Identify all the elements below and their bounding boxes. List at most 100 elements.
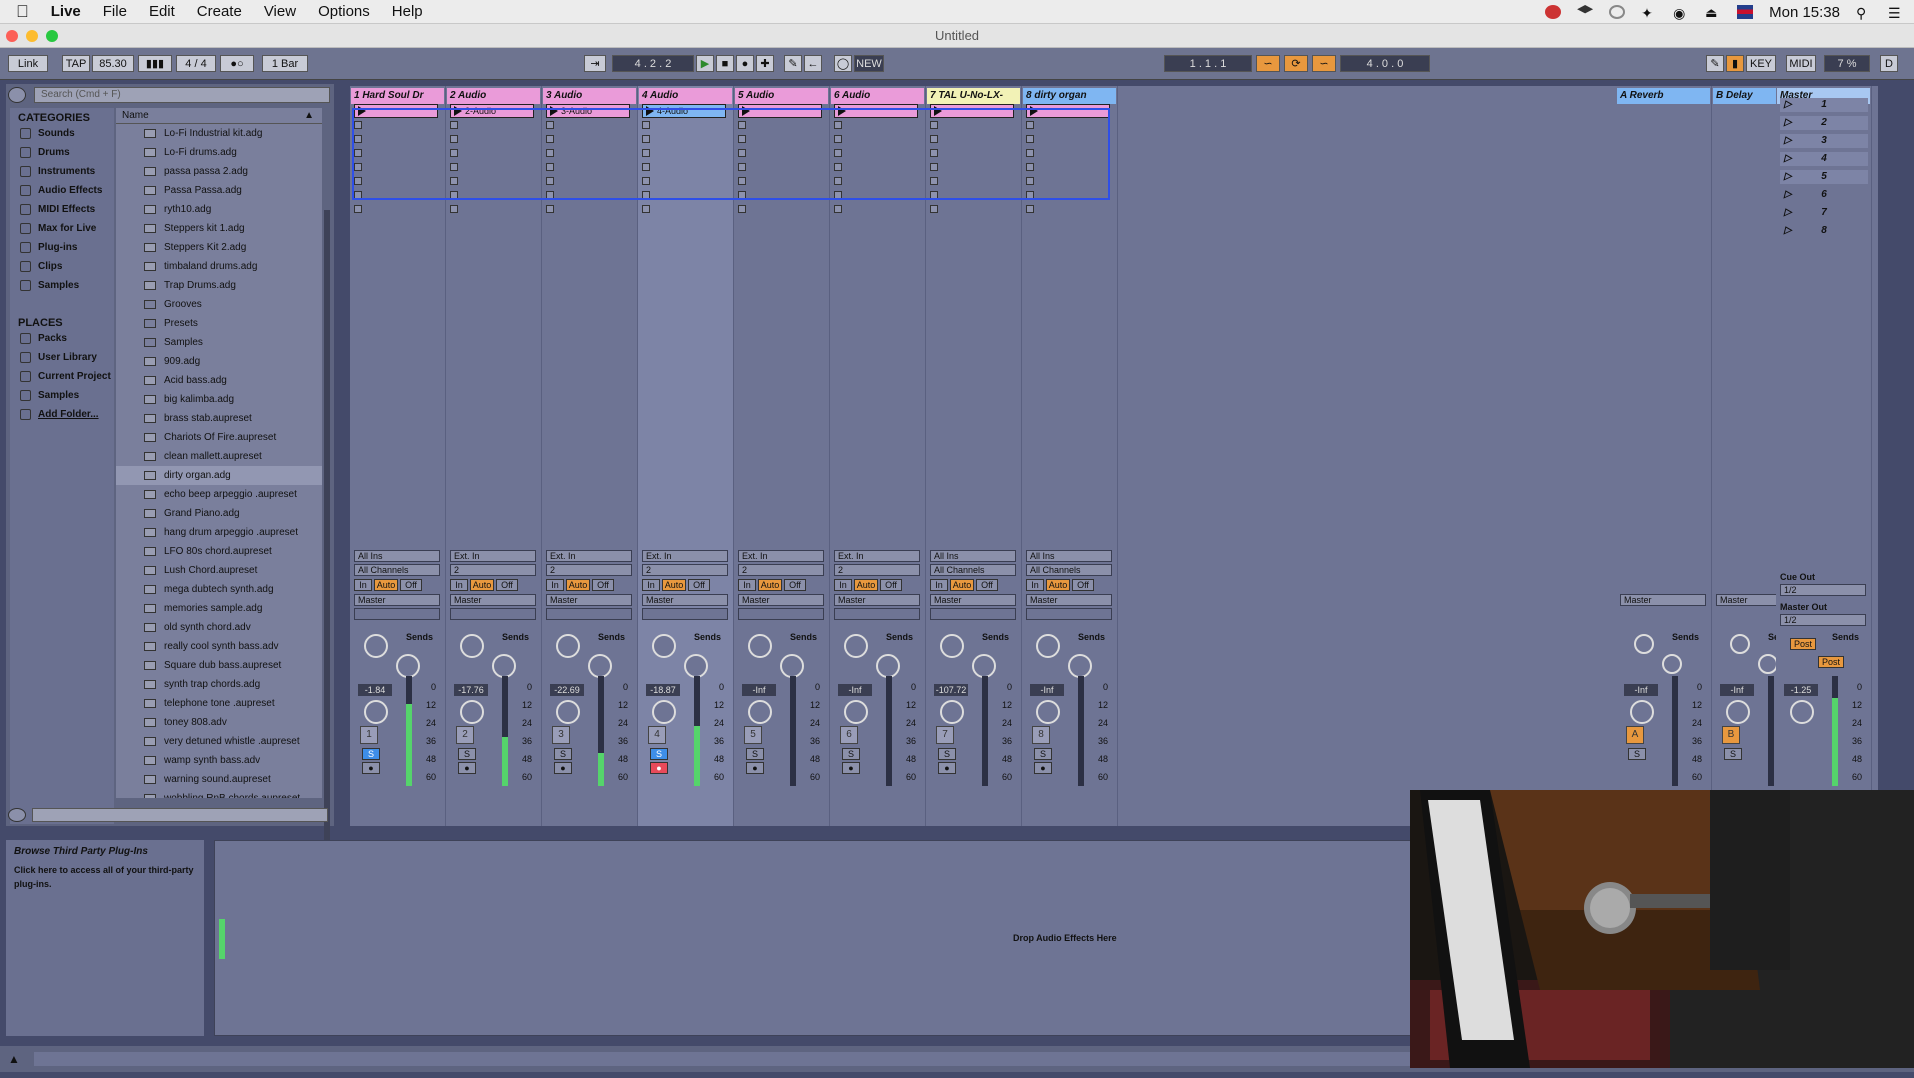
monitor-auto-button[interactable]: Auto bbox=[470, 579, 494, 591]
pan-knob[interactable] bbox=[1726, 700, 1750, 724]
clip-slot[interactable] bbox=[546, 202, 630, 216]
track-header[interactable]: 1 Hard Soul Dr bbox=[351, 88, 444, 104]
monitor-in-button[interactable]: In bbox=[1026, 579, 1044, 591]
category-max-for-live[interactable]: Max for Live bbox=[10, 219, 114, 238]
browser-file-item[interactable]: Lush Chord.aupreset bbox=[116, 561, 322, 580]
clip-slot[interactable] bbox=[354, 188, 438, 202]
clip-slot[interactable] bbox=[450, 202, 534, 216]
slot-stop-icon[interactable] bbox=[354, 121, 362, 129]
scene-launch-button[interactable]: ▷ 8 bbox=[1780, 224, 1868, 238]
solo-button[interactable]: S bbox=[1034, 748, 1052, 760]
clip-slot[interactable] bbox=[834, 202, 918, 216]
eject-icon[interactable]: ⏏ bbox=[1705, 5, 1721, 20]
slot-stop-icon[interactable] bbox=[738, 177, 746, 185]
browser-file-item[interactable]: passa passa 2.adg bbox=[116, 162, 322, 181]
slot-stop-icon[interactable] bbox=[1026, 205, 1034, 213]
place-user-library[interactable]: User Library bbox=[10, 348, 114, 367]
record-button[interactable]: ● bbox=[736, 55, 754, 72]
slot-stop-icon[interactable] bbox=[738, 205, 746, 213]
monitor-auto-button[interactable]: Auto bbox=[950, 579, 974, 591]
volume-value[interactable]: -Inf bbox=[838, 684, 872, 696]
clip-slot[interactable] bbox=[930, 202, 1014, 216]
solo-button[interactable]: S bbox=[842, 748, 860, 760]
send-a-knob[interactable] bbox=[844, 634, 868, 658]
category-instruments[interactable]: Instruments bbox=[10, 162, 114, 181]
slot-stop-icon[interactable] bbox=[354, 135, 362, 143]
input-channel-select[interactable]: All Channels bbox=[930, 564, 1016, 576]
clip-slot[interactable]: 4-Audio bbox=[642, 104, 726, 118]
clip-slot[interactable] bbox=[546, 146, 630, 160]
input-type-select[interactable]: All Ins bbox=[1026, 550, 1112, 562]
track-header[interactable]: 7 TAL U-No-LX- bbox=[927, 88, 1020, 104]
return-activator[interactable]: A bbox=[1626, 726, 1644, 744]
track-activator[interactable]: 2 bbox=[456, 726, 474, 744]
clip-launch-icon[interactable] bbox=[934, 106, 942, 116]
sort-up-icon[interactable]: ▲ bbox=[304, 108, 314, 124]
clip-slot[interactable] bbox=[642, 160, 726, 174]
send-b-knob[interactable] bbox=[1068, 654, 1092, 678]
status-icon[interactable] bbox=[1545, 5, 1562, 19]
track-activator[interactable]: 1 bbox=[360, 726, 378, 744]
category-clips[interactable]: Clips bbox=[10, 257, 114, 276]
clip-slot[interactable] bbox=[930, 132, 1014, 146]
slot-stop-icon[interactable] bbox=[930, 121, 938, 129]
slot-stop-icon[interactable] bbox=[1026, 191, 1034, 199]
clip-slot[interactable]: 2-Audio bbox=[450, 104, 534, 118]
monitor-in-button[interactable]: In bbox=[450, 579, 468, 591]
output-channel-select[interactable] bbox=[738, 608, 824, 620]
track-activator[interactable]: 8 bbox=[1032, 726, 1050, 744]
volume-value[interactable]: -Inf bbox=[1030, 684, 1064, 696]
track-header[interactable]: 6 Audio bbox=[831, 88, 924, 104]
slot-stop-icon[interactable] bbox=[738, 191, 746, 199]
clip-slot[interactable] bbox=[738, 202, 822, 216]
slot-stop-icon[interactable] bbox=[546, 149, 554, 157]
monitor-in-button[interactable]: In bbox=[834, 579, 852, 591]
monitor-auto-button[interactable]: Auto bbox=[1046, 579, 1070, 591]
dropbox-icon[interactable] bbox=[1577, 5, 1594, 14]
slot-stop-icon[interactable] bbox=[354, 163, 362, 171]
monitor-in-button[interactable]: In bbox=[642, 579, 660, 591]
output-select[interactable]: Master bbox=[834, 594, 920, 606]
arm-button[interactable]: ● bbox=[362, 762, 380, 774]
scene-play-icon[interactable]: ▷ bbox=[1784, 116, 1792, 130]
clip-slot[interactable] bbox=[1026, 146, 1110, 160]
track-header[interactable]: 4 Audio bbox=[639, 88, 732, 104]
clip-slot[interactable] bbox=[930, 174, 1014, 188]
output-select[interactable]: Master bbox=[354, 594, 440, 606]
browser-toggle-icon[interactable] bbox=[8, 87, 26, 103]
track-activator[interactable]: 5 bbox=[744, 726, 762, 744]
play-button[interactable]: ▶ bbox=[696, 55, 714, 72]
name-column-header[interactable]: Name ▲ bbox=[116, 108, 322, 124]
clip-slot[interactable] bbox=[738, 146, 822, 160]
loop-length-field[interactable]: 4 . 0 . 0 bbox=[1340, 55, 1430, 72]
slot-stop-icon[interactable] bbox=[738, 121, 746, 129]
notifications-icon[interactable]: ☰ bbox=[1888, 5, 1904, 21]
punch-in-button[interactable]: ∽ bbox=[1256, 55, 1280, 72]
scene-play-icon[interactable]: ▷ bbox=[1784, 188, 1792, 202]
monitor-off-button[interactable]: Off bbox=[784, 579, 806, 591]
slot-stop-icon[interactable] bbox=[546, 205, 554, 213]
search-icon[interactable]: ⚲ bbox=[1856, 5, 1872, 21]
browser-file-item[interactable]: Square dub bass.aupreset bbox=[116, 656, 322, 675]
monitor-in-button[interactable]: In bbox=[738, 579, 756, 591]
monitor-auto-button[interactable]: Auto bbox=[854, 579, 878, 591]
browser-file-item[interactable]: wamp synth bass.adv bbox=[116, 751, 322, 770]
slot-stop-icon[interactable] bbox=[354, 177, 362, 185]
browser-file-item[interactable]: Steppers Kit 2.adg bbox=[116, 238, 322, 257]
key-map-button[interactable]: KEY bbox=[1746, 55, 1776, 72]
clip-slot[interactable] bbox=[1026, 118, 1110, 132]
slot-stop-icon[interactable] bbox=[450, 177, 458, 185]
clip-slot[interactable] bbox=[546, 188, 630, 202]
cue-out-select[interactable]: 1/2 bbox=[1780, 584, 1866, 596]
monitor-off-button[interactable]: Off bbox=[496, 579, 518, 591]
send-b-knob[interactable] bbox=[492, 654, 516, 678]
browser-file-item[interactable]: ryth10.adg bbox=[116, 200, 322, 219]
input-type-select[interactable]: Ext. In bbox=[642, 550, 728, 562]
slot-stop-icon[interactable] bbox=[450, 191, 458, 199]
return-output-select[interactable]: Master bbox=[1620, 594, 1706, 606]
volume-value[interactable]: -17.76 bbox=[454, 684, 488, 696]
clip-slot[interactable] bbox=[1026, 104, 1110, 118]
monitor-off-button[interactable]: Off bbox=[400, 579, 422, 591]
output-select[interactable]: Master bbox=[1026, 594, 1112, 606]
track-activator[interactable]: 6 bbox=[840, 726, 858, 744]
